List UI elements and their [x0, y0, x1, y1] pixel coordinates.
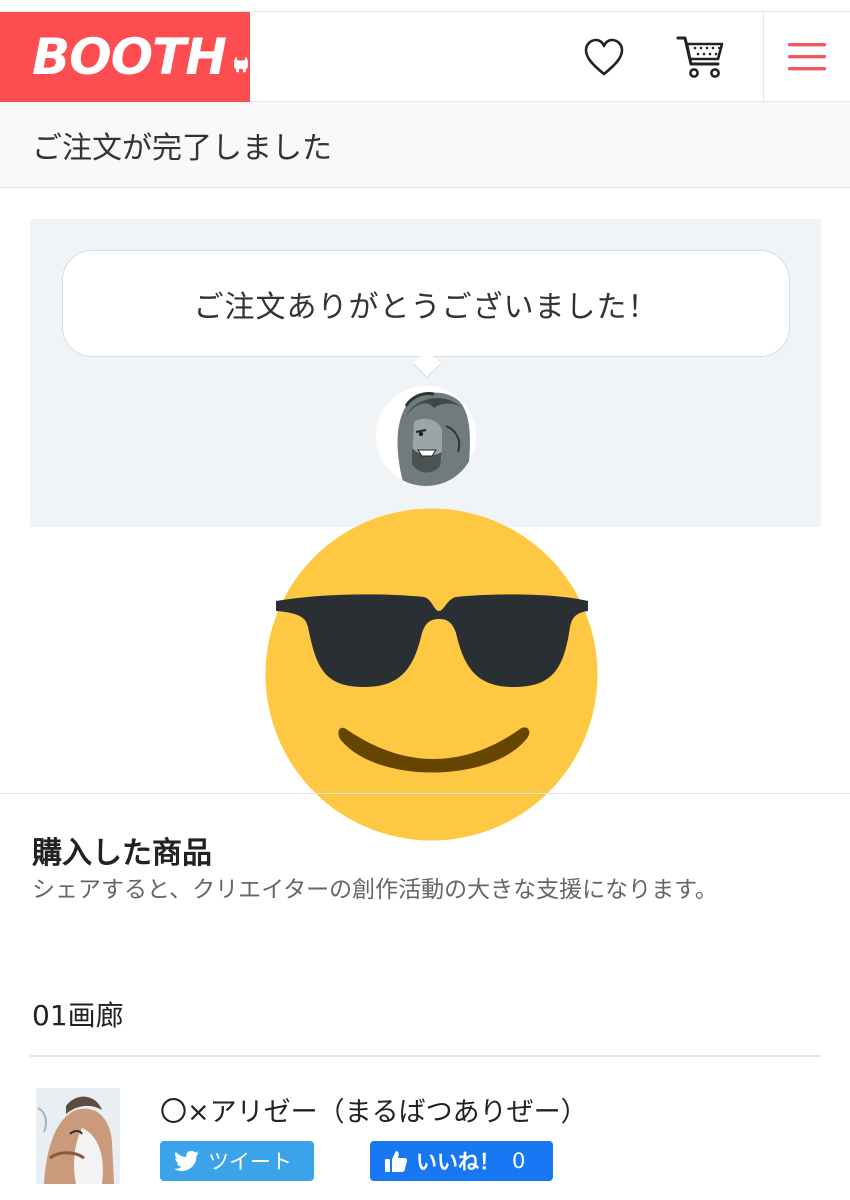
- booth-logo[interactable]: BOOTH: [0, 12, 250, 102]
- facebook-like-button[interactable]: いいね！ 0: [370, 1141, 553, 1181]
- site-header: BOOTH: [0, 12, 850, 102]
- shop-avatar[interactable]: [376, 386, 476, 486]
- tweet-button[interactable]: ツイート: [160, 1141, 314, 1181]
- share-description: シェアすると、クリエイターの創作活動の大きな支援になります。: [32, 877, 718, 903]
- cart-button[interactable]: [676, 32, 726, 82]
- page-title: ご注文が完了しました: [32, 130, 332, 166]
- section-divider: [0, 793, 850, 794]
- twitter-bird-icon: [174, 1150, 199, 1171]
- heart-icon: [584, 38, 624, 76]
- tweet-label: ツイート: [208, 1150, 292, 1174]
- creator-portrait-icon: [376, 386, 476, 486]
- favorites-button[interactable]: [579, 32, 629, 82]
- shop-name-link[interactable]: 01画廊: [32, 994, 124, 1034]
- smiling-face-with-sunglasses-icon: [265, 508, 598, 841]
- thumbs-up-icon: [385, 1151, 408, 1172]
- menu-button[interactable]: [763, 12, 850, 102]
- speech-bubble: ご注文ありがとうございました！: [62, 250, 790, 357]
- sunglasses-emoji-sticker: [264, 507, 599, 842]
- hamburger-menu-icon: [788, 43, 826, 71]
- status-strip: [0, 0, 850, 12]
- shop-divider: [30, 1055, 821, 1057]
- booth-mascot-icon: [234, 56, 248, 73]
- like-label: いいね！: [416, 1150, 500, 1174]
- order-complete-page: BOOTH ご注文が完了しました ご注文ありがとうございました！ 購入した商品 …: [0, 0, 850, 1200]
- item-thumbnail[interactable]: [36, 1088, 120, 1184]
- page-title-bar: ご注文が完了しました: [0, 102, 850, 188]
- cart-icon: [676, 36, 724, 78]
- like-count: 0: [512, 1149, 526, 1173]
- item-name[interactable]: 〇×アリゼー（まるばつありぜー）: [160, 1090, 588, 1129]
- logo-text: BOOTH: [32, 28, 227, 86]
- thanks-message: ご注文ありがとうございました！: [193, 289, 659, 325]
- thanks-panel: ご注文ありがとうございました！: [30, 219, 821, 527]
- purchased-items-title: 購入した商品: [32, 836, 212, 871]
- item-artwork-icon: [36, 1088, 120, 1184]
